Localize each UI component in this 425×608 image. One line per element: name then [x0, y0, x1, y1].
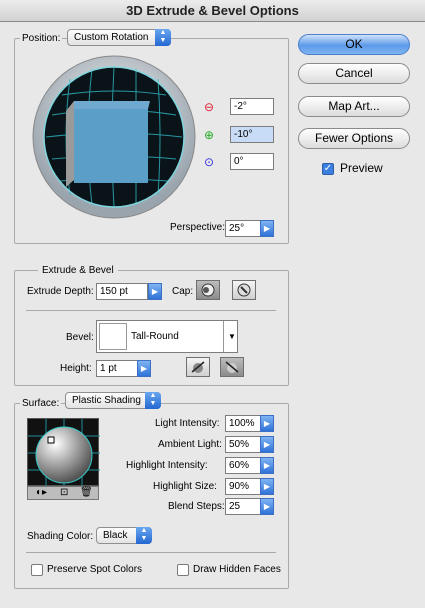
- blend-steps-stepper[interactable]: ▶: [260, 498, 274, 515]
- highlight-intensity-field[interactable]: 60%: [225, 457, 261, 474]
- shading-color-value: Black: [103, 530, 128, 541]
- extrude-depth-label: Extrude Depth:: [27, 286, 94, 297]
- chevron-down-icon: ▼: [223, 321, 236, 352]
- bevel-in-icon: [225, 361, 239, 373]
- shading-color-dropdown[interactable]: Black ▲ ▼: [96, 527, 152, 544]
- map-art-button[interactable]: Map Art...: [298, 96, 410, 117]
- lighting-sphere[interactable]: [27, 418, 100, 487]
- bevel-label: Bevel:: [66, 332, 94, 343]
- blend-steps-label: Blend Steps:: [168, 501, 225, 512]
- height-field[interactable]: 1 pt: [96, 360, 138, 377]
- track-cube-graphic: [32, 55, 196, 219]
- bevel-in-button[interactable]: [220, 357, 244, 377]
- extrude-separator: [26, 310, 276, 311]
- blend-steps-field[interactable]: 25: [225, 498, 261, 515]
- light-intensity-field[interactable]: 100%: [225, 415, 261, 432]
- surface-separator: [26, 552, 276, 553]
- rotation-y-field[interactable]: -10°: [230, 126, 274, 143]
- height-stepper[interactable]: ▶: [137, 360, 151, 377]
- highlight-size-label: Highlight Size:: [153, 481, 217, 492]
- chevron-updown-icon: ▲ ▼: [155, 29, 171, 46]
- highlight-size-stepper[interactable]: ▶: [260, 478, 274, 495]
- perspective-label: Perspective:: [170, 222, 226, 233]
- lighting-sphere-graphic: [28, 419, 100, 487]
- preview-checkbox[interactable]: ✓: [322, 163, 334, 175]
- rotate-z-icon: ⊙: [204, 155, 215, 169]
- window-title: 3D Extrude & Bevel Options: [0, 0, 425, 22]
- trash-icon[interactable]: 🗑: [80, 487, 93, 498]
- rotate-x-icon: ⊖: [204, 100, 215, 114]
- new-light-icon[interactable]: ⊡: [60, 487, 68, 498]
- position-label: Position:: [20, 33, 63, 44]
- ambient-light-label: Ambient Light:: [158, 439, 222, 450]
- draw-hidden-faces-label: Draw Hidden Faces: [193, 564, 281, 575]
- ambient-light-stepper[interactable]: ▶: [260, 436, 274, 453]
- perspective-stepper[interactable]: ▶: [260, 220, 274, 237]
- draw-hidden-faces-checkbox[interactable]: [177, 564, 189, 576]
- fewer-options-button[interactable]: Fewer Options: [298, 128, 410, 149]
- ok-button[interactable]: OK: [298, 34, 410, 55]
- shading-color-label: Shading Color:: [27, 531, 94, 542]
- extrude-depth-field[interactable]: 150 pt: [96, 283, 148, 300]
- light-intensity-stepper[interactable]: ▶: [260, 415, 274, 432]
- rotation-x-field[interactable]: -2°: [230, 98, 274, 115]
- cap-off-button[interactable]: [232, 280, 256, 300]
- highlight-size-field[interactable]: 90%: [225, 478, 261, 495]
- track-cube[interactable]: [32, 55, 196, 219]
- bevel-preview-swatch: [99, 323, 127, 350]
- highlight-intensity-label: Highlight Intensity:: [126, 460, 208, 471]
- height-label: Height:: [60, 363, 92, 374]
- surface-dropdown[interactable]: Plastic Shading ▲ ▼: [65, 392, 161, 409]
- bevel-value: Tall-Round: [131, 331, 179, 342]
- move-light-back-icon[interactable]: ◐▸: [36, 487, 47, 498]
- cap-on-icon: [201, 283, 215, 297]
- chevron-updown-icon: ▲ ▼: [145, 392, 161, 409]
- position-dropdown-value: Custom Rotation: [74, 32, 149, 43]
- preserve-spot-colors-checkbox[interactable]: [31, 564, 43, 576]
- preview-label: Preview: [340, 161, 383, 175]
- ambient-light-field[interactable]: 50%: [225, 436, 261, 453]
- extrude-depth-stepper[interactable]: ▶: [148, 283, 162, 300]
- perspective-field[interactable]: 25°: [225, 220, 261, 237]
- light-toolbar: ◐▸ ⊡ 🗑: [27, 486, 99, 500]
- bevel-out-icon: [191, 361, 205, 373]
- cancel-button[interactable]: Cancel: [298, 63, 410, 84]
- cap-on-button[interactable]: [196, 280, 220, 300]
- cap-label: Cap:: [172, 286, 194, 297]
- rotate-y-icon: ⊕: [204, 128, 215, 142]
- surface-label: Surface:: [20, 398, 62, 409]
- bevel-out-button[interactable]: [186, 357, 210, 377]
- highlight-intensity-stepper[interactable]: ▶: [260, 457, 274, 474]
- light-intensity-label: Light Intensity:: [155, 418, 220, 429]
- cap-off-icon: [237, 283, 251, 297]
- chevron-updown-icon: ▲ ▼: [136, 527, 152, 544]
- bevel-dropdown[interactable]: Tall-Round ▼: [96, 320, 238, 353]
- surface-dropdown-value: Plastic Shading: [72, 395, 141, 406]
- preserve-spot-colors-label: Preserve Spot Colors: [47, 564, 143, 575]
- extrude-bevel-label: Extrude & Bevel: [38, 265, 118, 276]
- position-dropdown[interactable]: Custom Rotation ▲ ▼: [67, 29, 171, 46]
- rotation-z-field[interactable]: 0°: [230, 153, 274, 170]
